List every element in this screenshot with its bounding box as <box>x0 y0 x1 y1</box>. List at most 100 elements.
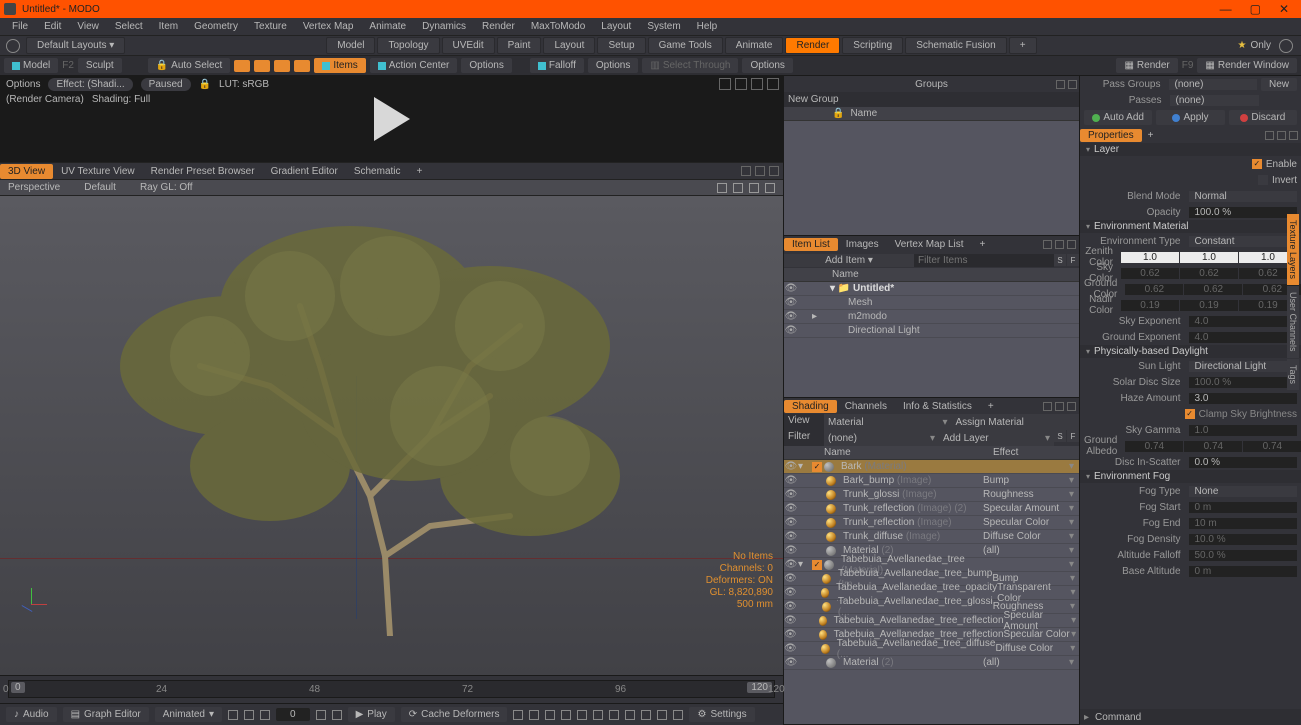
options1-button[interactable]: Options <box>461 58 511 73</box>
view-panel-icon[interactable] <box>755 166 765 176</box>
render-paused-pill[interactable]: Paused <box>141 78 191 91</box>
cache-deformers-button[interactable]: ⟳ Cache Deformers <box>401 707 508 722</box>
env-type-dropdown[interactable]: Constant <box>1189 236 1298 247</box>
menu-layout[interactable]: Layout <box>593 19 639 34</box>
menu-render[interactable]: Render <box>474 19 523 34</box>
shading-s[interactable]: S <box>1054 430 1066 442</box>
view-panel-icon[interactable] <box>741 166 751 176</box>
minimize-button[interactable]: — <box>1220 2 1232 16</box>
sel-mat-button[interactable] <box>294 60 310 72</box>
workspace-tab-paint[interactable]: Paint <box>497 37 542 54</box>
shading-row[interactable]: 👁Tabebuia_Avellanedae_tree_reflection Sp… <box>784 614 1079 628</box>
layouts-dropdown[interactable]: Default Layouts ▾ <box>26 37 125 54</box>
fog-type-dropdown[interactable]: None <box>1189 486 1298 497</box>
new-group-button[interactable]: New Group <box>784 92 1079 107</box>
menu-animate[interactable]: Animate <box>361 19 414 34</box>
clamp-checkbox[interactable]: ✓ <box>1185 409 1195 419</box>
filter-f[interactable]: F <box>1067 254 1079 266</box>
shading-view-dropdown[interactable]: Material▾ <box>824 414 952 430</box>
menu-geometry[interactable]: Geometry <box>186 19 246 34</box>
render-effect-pill[interactable]: Effect: (Shadi... <box>48 78 132 91</box>
reload-icon[interactable] <box>735 78 747 90</box>
workspace-tab-schematic-fusion[interactable]: Schematic Fusion <box>905 37 1006 54</box>
view-tab-render-preset-browser[interactable]: Render Preset Browser <box>143 164 263 179</box>
item-row[interactable]: 👁▸m2modo <box>784 310 1079 324</box>
vp-zoom-icon[interactable] <box>749 183 759 193</box>
add-tab-button[interactable]: + <box>1142 129 1160 142</box>
gear-icon[interactable] <box>6 39 20 53</box>
sky-gamma-field[interactable]: 1.0 <box>1189 425 1298 436</box>
render-options[interactable]: Options <box>6 79 40 90</box>
settings-button[interactable]: ⚙ Settings <box>689 707 754 722</box>
play-button[interactable]: ▶ Play <box>348 707 395 722</box>
sky-exp-field[interactable]: 4.0 <box>1189 316 1298 327</box>
tc1[interactable] <box>513 710 523 720</box>
passes-dropdown[interactable]: (none) <box>1170 95 1260 106</box>
perspective-dropdown[interactable]: Perspective <box>8 182 60 193</box>
timeline[interactable]: 0 120 024487296120 <box>0 675 783 703</box>
goto-start-button[interactable] <box>244 710 254 720</box>
workspace-tab-uvedit[interactable]: UVEdit <box>442 37 495 54</box>
workspace-tab-render[interactable]: Render <box>785 37 840 54</box>
base-altitude-field[interactable]: 0 m <box>1189 566 1298 577</box>
opacity-field[interactable]: 100.0 % <box>1189 207 1298 218</box>
menu-texture[interactable]: Texture <box>246 19 295 34</box>
altitude-falloff-field[interactable]: 50.0 % <box>1189 550 1298 561</box>
sun-light-dropdown[interactable]: Directional Light <box>1189 361 1298 372</box>
shading-tab-channels[interactable]: Channels <box>837 400 895 413</box>
shading-row[interactable]: 👁Material (2)(all)▾ <box>784 656 1079 670</box>
blend-mode-dropdown[interactable]: Normal <box>1189 191 1298 202</box>
view-tab-gradient-editor[interactable]: Gradient Editor <box>263 164 346 179</box>
tc11[interactable] <box>673 710 683 720</box>
zenith-color-field[interactable]: 1.01.01.0 <box>1121 252 1297 263</box>
render-button[interactable]: ▦Render <box>1116 58 1177 73</box>
item-row[interactable]: 👁Mesh <box>784 296 1079 310</box>
menu-edit[interactable]: Edit <box>36 19 69 34</box>
filter-items-input[interactable] <box>914 254 1054 267</box>
shading-row[interactable]: 👁Bark_bump (Image)Bump▾ <box>784 474 1079 488</box>
shading-filter-dropdown[interactable]: (none)▾ <box>824 430 939 446</box>
auto-select-button[interactable]: 🔒Auto Select <box>148 58 231 73</box>
side-tab-texture-layers[interactable]: Texture Layers <box>1287 214 1299 285</box>
item-panel-icon[interactable] <box>1055 240 1064 249</box>
shading-row[interactable]: 👁Trunk_glossi (Image)Roughness▾ <box>784 488 1079 502</box>
shading-row[interactable]: 👁Trunk_reflection (Image) (2)Specular Am… <box>784 502 1079 516</box>
workspace-tab-topology[interactable]: Topology <box>377 37 439 54</box>
prop-gear-icon[interactable] <box>1277 131 1286 140</box>
key-prev-button[interactable] <box>228 710 238 720</box>
vp-gear-icon[interactable] <box>765 183 775 193</box>
tc4[interactable] <box>561 710 571 720</box>
view-tab-3d-view[interactable]: 3D View <box>0 164 53 179</box>
render-shading-pill[interactable]: Shading: Full <box>92 94 150 105</box>
menu-system[interactable]: System <box>639 19 688 34</box>
enable-checkbox[interactable]: ✓ <box>1252 159 1262 169</box>
nadir-color-field[interactable]: 0.190.190.19 <box>1121 300 1297 311</box>
side-tab-tags[interactable]: Tags <box>1287 359 1299 390</box>
shading-tab--[interactable]: + <box>980 400 1002 413</box>
sel-poly-button[interactable] <box>274 60 290 72</box>
tc8[interactable] <box>625 710 635 720</box>
shading-tab-info---statistics[interactable]: Info & Statistics <box>895 400 980 413</box>
tc2[interactable] <box>529 710 539 720</box>
shading-row[interactable]: 👁Tabebuia_Avellanedae_tree_diffuse (...D… <box>784 642 1079 656</box>
options2-button[interactable]: Options <box>588 58 638 73</box>
invert-checkbox[interactable] <box>1258 175 1268 185</box>
expand-icon[interactable] <box>719 78 731 90</box>
prop-close-icon[interactable] <box>1289 131 1298 140</box>
add-item-button[interactable]: Add Item ▾ <box>784 254 914 267</box>
tc3[interactable] <box>545 710 555 720</box>
audio-button[interactable]: ♪ Audio <box>6 707 57 722</box>
shading-default-dropdown[interactable]: Default <box>84 182 116 193</box>
discard-button[interactable]: Discard <box>1229 110 1297 125</box>
item-row[interactable]: 👁Directional Light <box>784 324 1079 338</box>
goto-end-button[interactable] <box>332 710 342 720</box>
step-fwd-button[interactable] <box>316 710 326 720</box>
axis-widget[interactable] <box>18 591 44 617</box>
sky-color-field[interactable]: 0.620.620.62 <box>1121 268 1297 279</box>
command-row[interactable]: ▸Command <box>1080 709 1301 725</box>
item-panel-icon[interactable] <box>1067 240 1076 249</box>
item-tab--[interactable]: + <box>972 238 994 251</box>
settings-gear-icon[interactable] <box>1279 39 1293 53</box>
sculpt-mode-button[interactable]: Sculpt <box>78 58 122 73</box>
prop-pop-icon[interactable] <box>1265 131 1274 140</box>
